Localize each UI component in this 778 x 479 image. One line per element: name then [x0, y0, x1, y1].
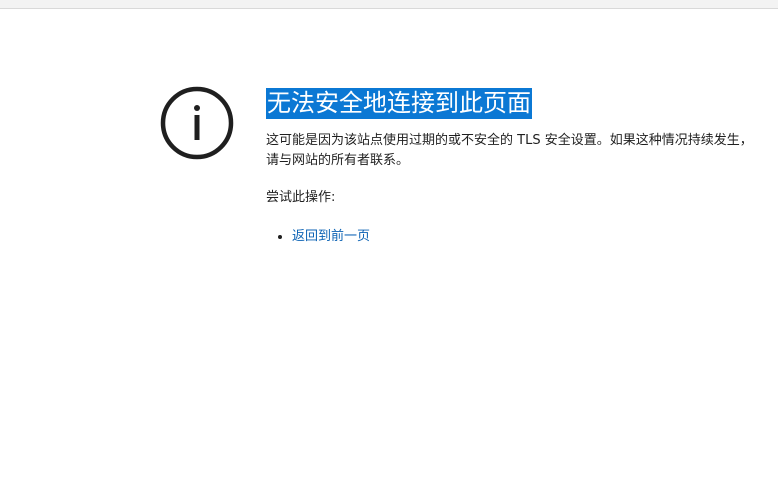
browser-top-edge	[0, 0, 778, 9]
info-icon	[160, 86, 234, 160]
try-label: 尝试此操作:	[266, 190, 336, 205]
error-content: 无法安全地连接到此页面 这可能是因为该站点使用过期的或不安全的 TLS 安全设置…	[266, 88, 766, 247]
bullet-icon	[278, 235, 282, 239]
action-list: 返回到前一页	[266, 227, 766, 247]
error-description: 这可能是因为该站点使用过期的或不安全的 TLS 安全设置。如果这种情况持续发生，…	[266, 133, 753, 168]
go-back-link[interactable]: 返回到前一页	[292, 229, 370, 244]
page-title: 无法安全地连接到此页面	[266, 88, 532, 119]
list-item: 返回到前一页	[278, 227, 766, 247]
